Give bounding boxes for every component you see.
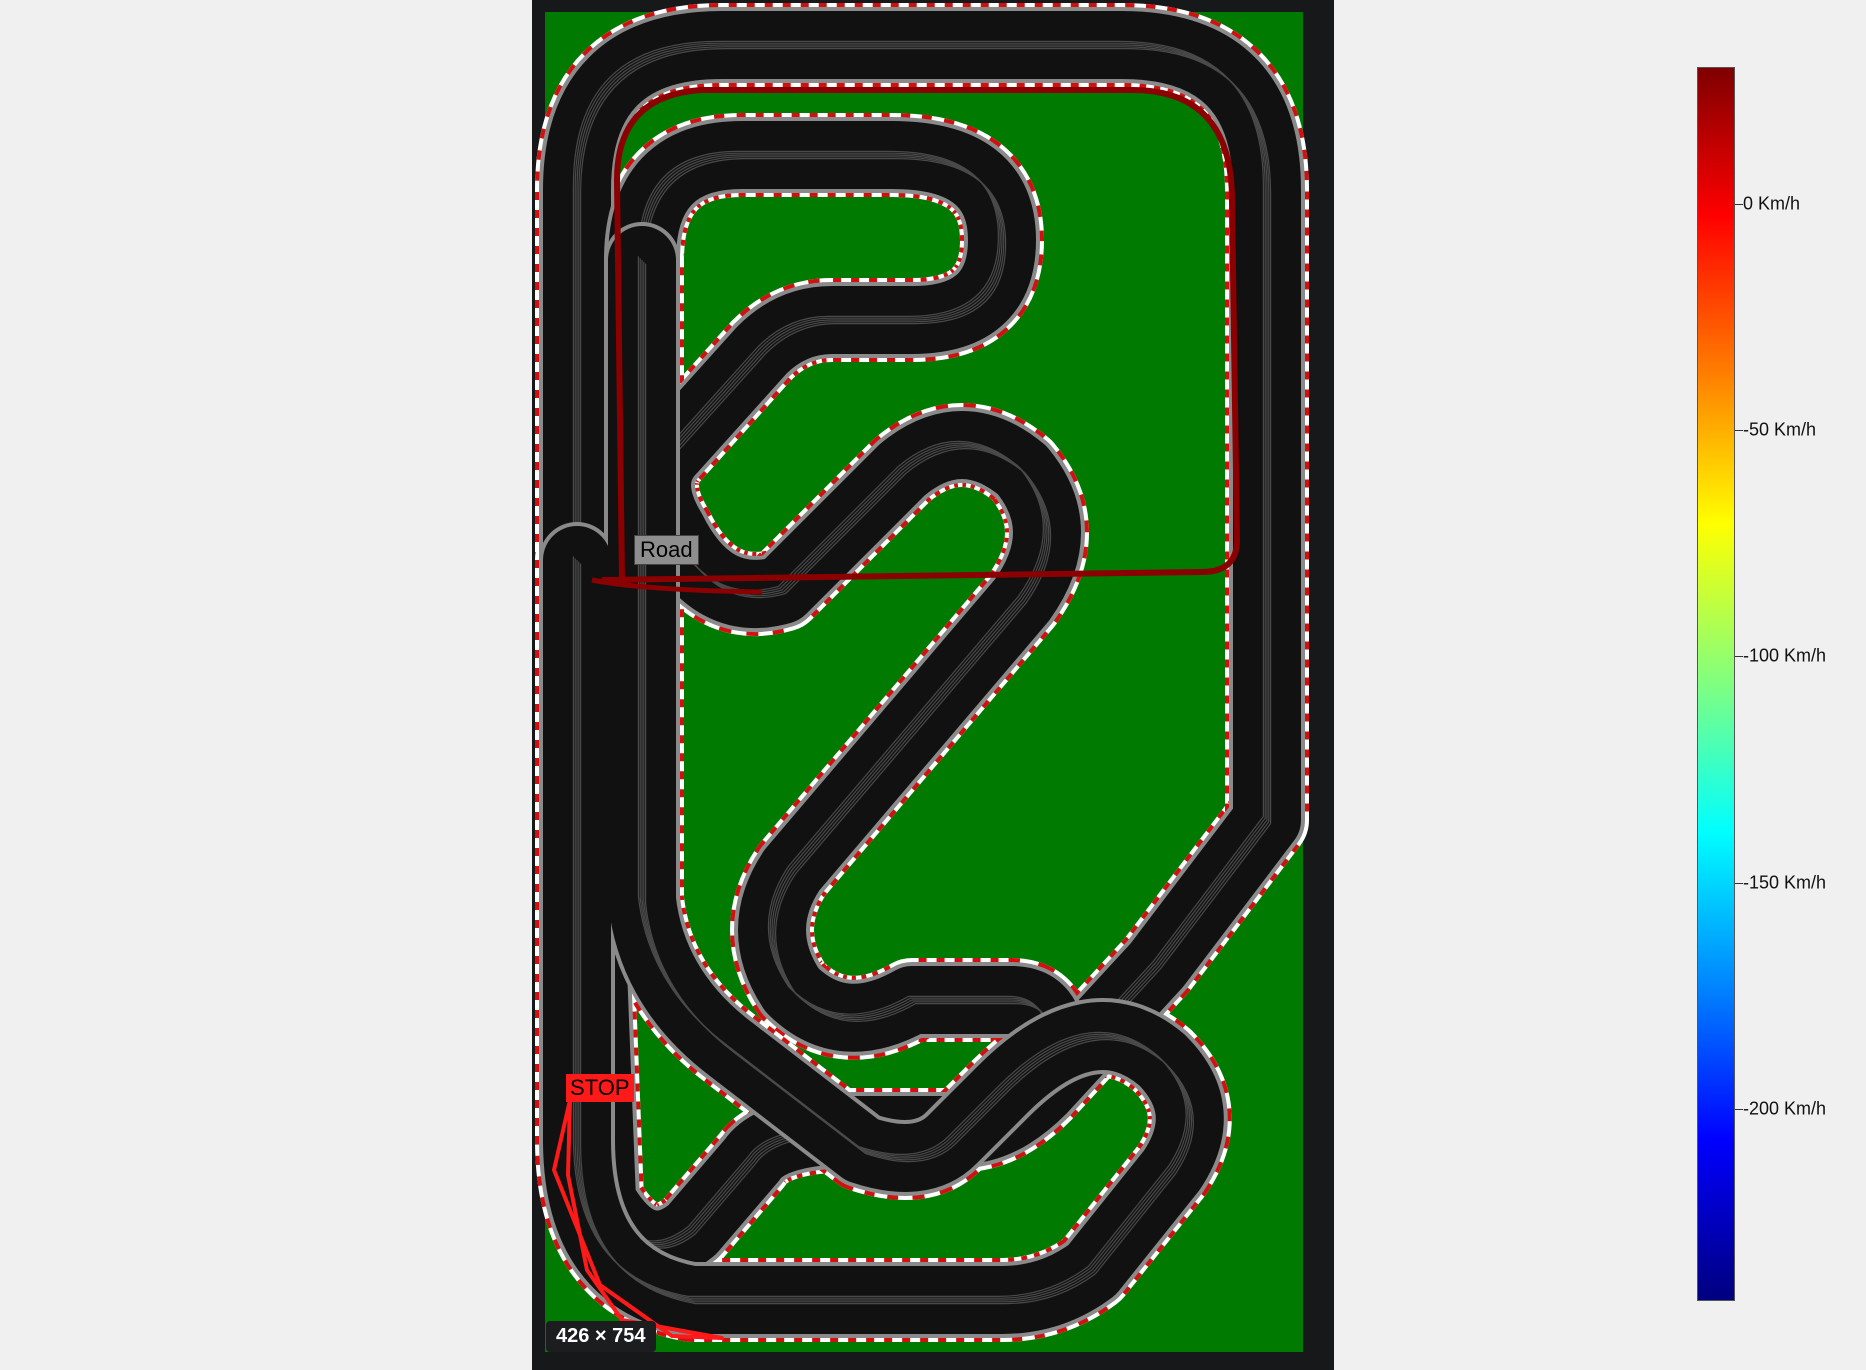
colorbar-tick-mark bbox=[1735, 656, 1743, 657]
colorbar-tick-mark bbox=[1735, 204, 1743, 205]
colorbar-tick-label: 0 Km/h bbox=[1743, 193, 1801, 214]
road-label: Road bbox=[634, 535, 699, 565]
image-size-badge: 426 × 754 bbox=[546, 1321, 656, 1352]
colorbar-tick-label: -150 Km/h bbox=[1743, 872, 1827, 893]
track-view: 426 × 754 bbox=[532, 0, 1334, 1370]
colorbar-tick-label: -100 Km/h bbox=[1743, 645, 1827, 666]
stop-label: STOP bbox=[566, 1074, 634, 1102]
colorbar-tick-label: -200 Km/h bbox=[1743, 1098, 1827, 1119]
speed-colorbar bbox=[1697, 67, 1735, 1301]
colorbar-tick-mark bbox=[1735, 1109, 1743, 1110]
colorbar-tick-mark bbox=[1735, 430, 1743, 431]
track-map bbox=[535, 3, 1309, 1352]
colorbar-tick-label: -50 Km/h bbox=[1743, 419, 1817, 440]
colorbar-tick-mark bbox=[1735, 883, 1743, 884]
